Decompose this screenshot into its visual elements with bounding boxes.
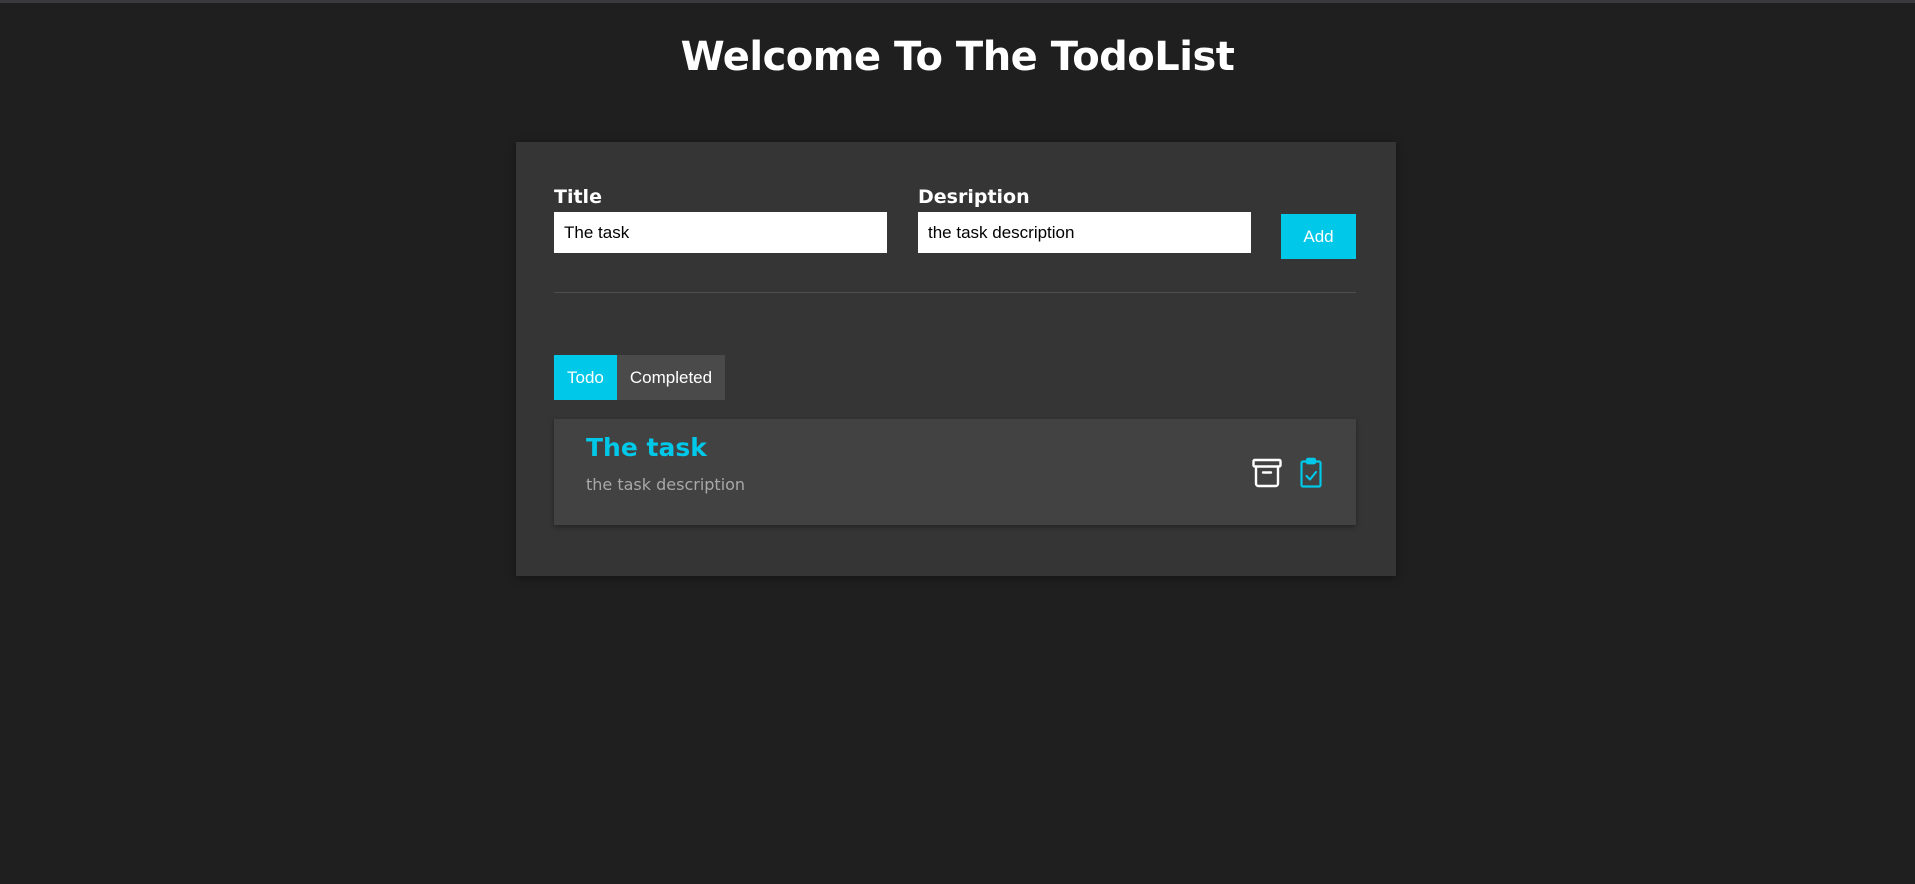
archive-icon[interactable] (1251, 457, 1283, 489)
tab-todo[interactable]: Todo (554, 355, 617, 400)
todo-panel: Title Desription Add Todo Completed The … (516, 142, 1396, 576)
todo-item-title: The task (586, 433, 707, 462)
add-button[interactable]: Add (1281, 214, 1356, 259)
tab-completed[interactable]: Completed (616, 355, 726, 400)
title-label: Title (554, 186, 602, 208)
description-input[interactable] (918, 212, 1251, 253)
title-input[interactable] (554, 212, 887, 253)
description-label: Desription (918, 186, 1030, 208)
clipboard-check-icon[interactable] (1295, 457, 1327, 489)
page-title: Welcome To The TodoList (680, 34, 1235, 80)
window-top-border (0, 0, 1915, 3)
todo-item: The task the task description (554, 419, 1356, 525)
title-field-group: Title (554, 184, 887, 253)
tab-bar: Todo Completed (554, 355, 726, 400)
divider (554, 292, 1356, 293)
description-field-group: Desription (918, 184, 1251, 253)
todo-item-description: the task description (586, 475, 746, 494)
